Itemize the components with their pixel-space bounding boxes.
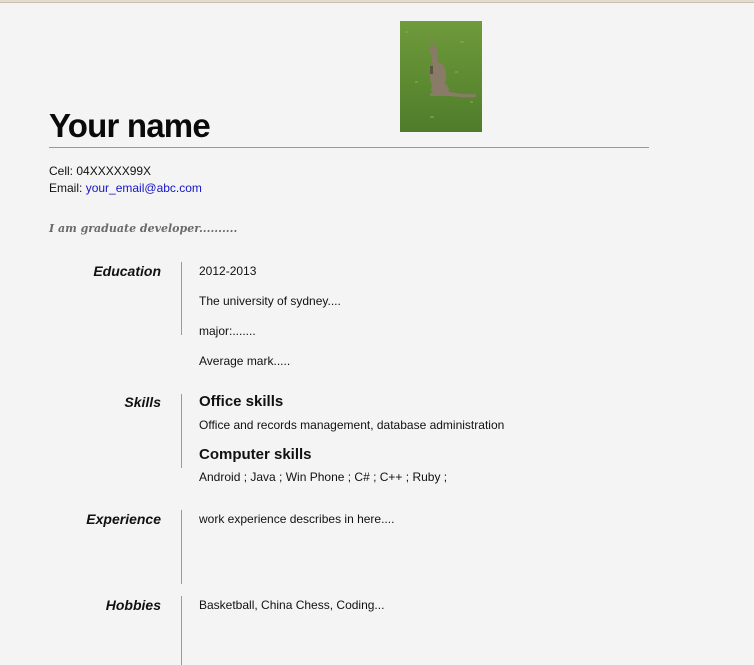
- computer-skills-text: Android ; Java ; Win Phone ; C# ; C++ ; …: [199, 470, 448, 484]
- cell-line: Cell: 04XXXXX99X: [49, 163, 202, 180]
- email-link[interactable]: your_email@abc.com: [86, 181, 202, 195]
- education-divider: [181, 262, 182, 335]
- email-line: Email: your_email@abc.com: [49, 180, 202, 197]
- education-major: major:.......: [199, 324, 256, 338]
- experience-text: work experience describes in here....: [199, 512, 395, 526]
- section-label-skills: Skills: [124, 394, 161, 410]
- section-label-hobbies: Hobbies: [105, 597, 161, 613]
- name-divider: [49, 147, 649, 148]
- section-label-education: Education: [93, 263, 161, 279]
- hobbies-text: Basketball, China Chess, Coding...: [199, 598, 385, 612]
- cell-label: Cell:: [49, 164, 77, 178]
- education-years: 2012-2013: [199, 264, 257, 278]
- experience-divider: [181, 510, 182, 584]
- education-university: The university of sydney....: [199, 294, 341, 308]
- top-border: [0, 0, 754, 3]
- section-label-experience: Experience: [86, 511, 161, 527]
- hobbies-divider: [181, 596, 182, 665]
- office-skills-text: Office and records management, database …: [199, 418, 505, 432]
- objective-statement: I am graduate developer..........: [49, 222, 238, 235]
- contact-info: Cell: 04XXXXX99X Email: your_email@abc.c…: [49, 163, 202, 197]
- computer-skills-title: Computer skills: [199, 446, 312, 463]
- profile-photo: [400, 21, 482, 132]
- skills-divider: [181, 394, 182, 468]
- email-label: Email:: [49, 181, 86, 195]
- resume-name: Your name: [49, 107, 211, 144]
- education-mark: Average mark.....: [199, 354, 291, 368]
- office-skills-title: Office skills: [199, 393, 284, 410]
- cell-value: 04XXXXX99X: [76, 164, 152, 178]
